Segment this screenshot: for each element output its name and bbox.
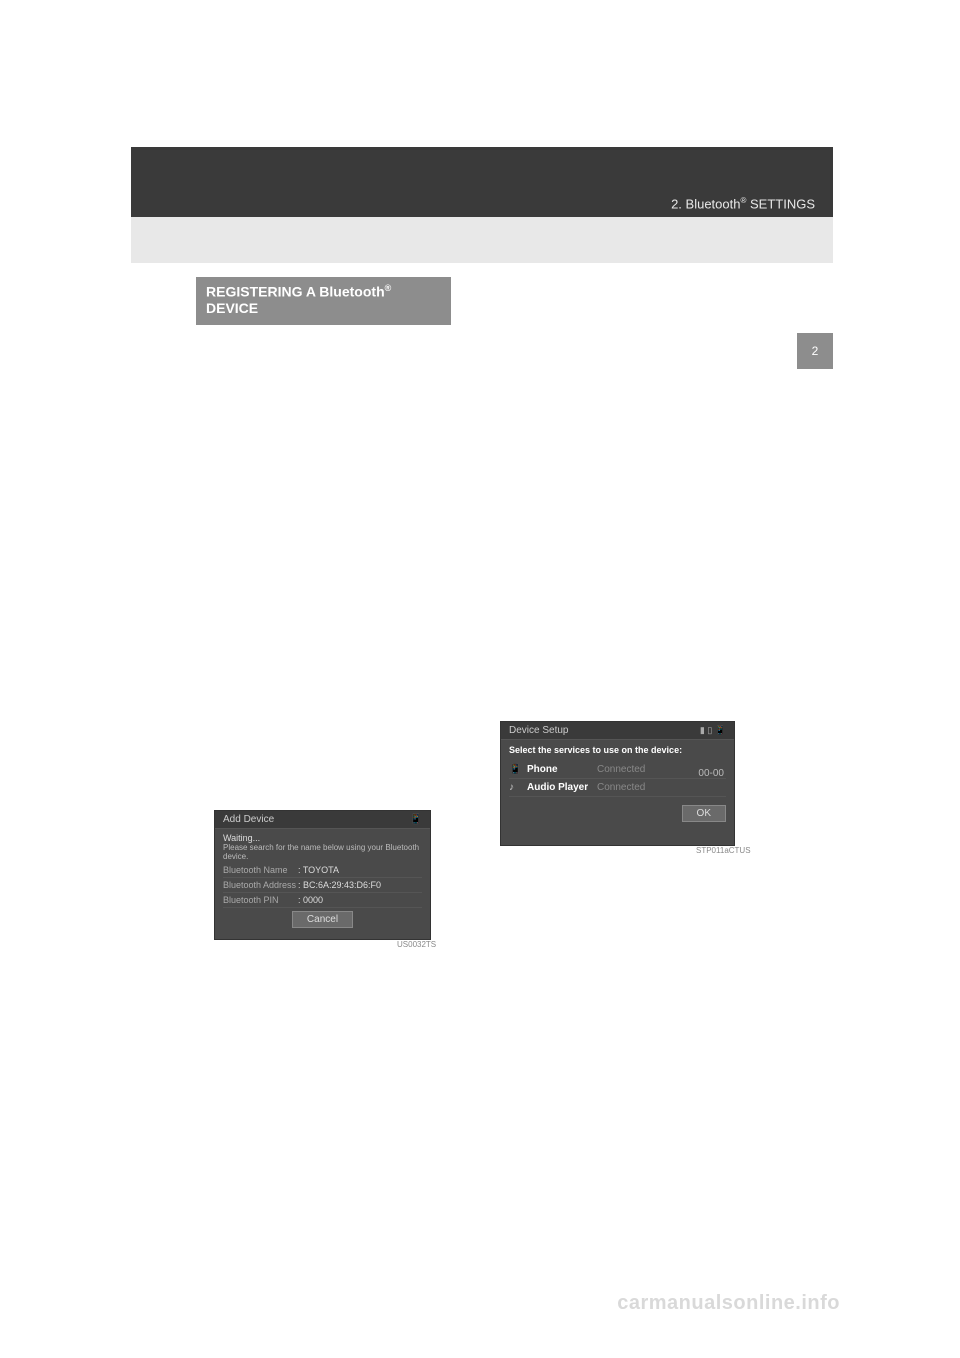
device-setup-instruction: Select the services to use on the device… <box>509 745 726 755</box>
registered-mark-icon: ® <box>385 283 392 293</box>
add-device-image-id: US0032TS <box>397 940 436 949</box>
bluetooth-address-value: : BC:6A:29:43:D6:F0 <box>298 880 381 890</box>
audio-service-row[interactable]: ♪ Audio Player Connected <box>509 779 726 797</box>
add-device-header: Add Device 📱 <box>215 811 430 829</box>
bluetooth-pin-row: Bluetooth PIN : 0000 <box>223 893 422 908</box>
bluetooth-address-label: Bluetooth Address <box>223 880 298 890</box>
add-device-instruction: Please search for the name below using y… <box>223 843 422 861</box>
audio-service-label: Audio Player <box>527 782 597 793</box>
device-setup-footer: OK <box>501 802 734 827</box>
bluetooth-name-label: Bluetooth Name <box>223 865 298 875</box>
phone-service-icon: 📱 <box>509 764 523 775</box>
phone-service-row[interactable]: 📱 Phone Connected <box>509 761 726 779</box>
music-note-icon: ♪ <box>509 782 523 793</box>
phone-service-status: Connected <box>597 764 645 775</box>
device-setup-body: Select the services to use on the device… <box>501 740 734 802</box>
section-heading-line2: DEVICE <box>206 300 258 316</box>
device-setup-screenshot: Device Setup ▮ ▯ 📱 Select the services t… <box>500 721 735 846</box>
status-bar-icons: ▮ ▯ 📱 <box>700 725 726 736</box>
breadcrumb: 2. Bluetooth® SETTINGS <box>671 196 815 211</box>
add-device-screenshot: Add Device 📱 Waiting... Please search fo… <box>214 810 431 940</box>
clock-text: 00-00 <box>698 768 724 779</box>
section-heading-line1: REGISTERING A Bluetooth <box>206 284 385 300</box>
watermark-text: carmanualsonline.info <box>617 1292 840 1315</box>
section-heading: REGISTERING A Bluetooth® DEVICE <box>196 277 451 325</box>
bluetooth-address-row: Bluetooth Address : BC:6A:29:43:D6:F0 <box>223 878 422 893</box>
device-setup-title: Device Setup <box>509 725 568 736</box>
device-setup-header: Device Setup ▮ ▯ 📱 <box>501 722 734 740</box>
breadcrumb-prefix: 2. Bluetooth <box>671 196 740 211</box>
bluetooth-name-value: : TOYOTA <box>298 865 339 875</box>
audio-service-status: Connected <box>597 782 645 793</box>
add-device-footer: Cancel <box>223 908 422 931</box>
device-setup-image-id: STP011aCTUS <box>696 846 751 855</box>
chapter-number: 2 <box>812 344 819 358</box>
add-device-body: Waiting... Please search for the name be… <box>215 829 430 935</box>
bluetooth-pin-value: : 0000 <box>298 895 323 905</box>
waiting-text: Waiting... <box>223 833 422 843</box>
add-device-title: Add Device <box>223 814 274 825</box>
page-header-light-bar <box>131 217 833 263</box>
bluetooth-name-row: Bluetooth Name : TOYOTA <box>223 863 422 878</box>
cancel-button[interactable]: Cancel <box>292 911 353 928</box>
ok-button[interactable]: OK <box>682 805 726 822</box>
phone-service-label: Phone <box>527 764 597 775</box>
bluetooth-pin-label: Bluetooth PIN <box>223 895 298 905</box>
phone-icon: 📱 <box>410 814 422 825</box>
chapter-tab: 2 <box>797 333 833 369</box>
breadcrumb-suffix: SETTINGS <box>746 196 815 211</box>
